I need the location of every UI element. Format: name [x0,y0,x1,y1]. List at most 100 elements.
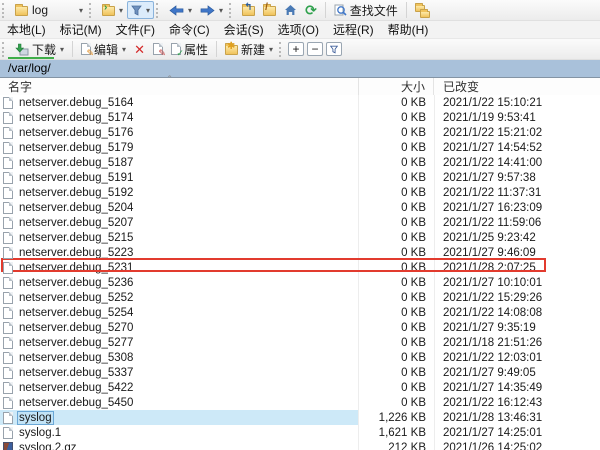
table-row[interactable]: netserver.debug_52540 KB2021/1/22 14:08:… [0,305,600,320]
back-button[interactable]: ▾ [165,1,196,19]
column-header-size[interactable]: 大小 [358,78,434,95]
file-name-cell: netserver.debug_5174 [0,110,358,125]
refresh-button[interactable]: ⟳ [301,1,321,19]
table-row[interactable]: netserver.debug_51920 KB2021/1/22 11:37:… [0,185,600,200]
menu-help[interactable]: 帮助(H) [381,19,436,40]
column-header-name[interactable]: 名字 ˆ [0,78,358,95]
file-icon [3,367,13,379]
synchronize-button[interactable] [411,1,435,19]
file-name: netserver.debug_5192 [17,186,135,200]
file-size: 0 KB [358,232,434,244]
file-size: 0 KB [358,307,434,319]
file-name-cell: netserver.debug_5450 [0,395,358,410]
path-bar[interactable]: /var/log/ [0,60,600,77]
file-changed-date: 2021/1/27 16:23:09 [434,202,542,214]
chevron-down-icon: ▾ [122,45,126,54]
table-row[interactable]: netserver.debug_51760 KB2021/1/22 15:21:… [0,125,600,140]
new-button[interactable]: ✱ 新建 ▾ [221,40,277,58]
file-name-cell: netserver.debug_5422 [0,380,358,395]
file-icon [3,97,13,109]
table-row[interactable]: netserver.debug_52310 KB2021/1/28 2:07:2… [0,260,600,275]
file-name: syslog.1 [17,426,63,440]
table-row[interactable]: netserver.debug_51870 KB2021/1/22 14:41:… [0,155,600,170]
table-row[interactable]: netserver.debug_51910 KB2021/1/27 9:57:3… [0,170,600,185]
file-icon [3,352,13,364]
menu-local[interactable]: 本地(L) [0,19,53,40]
download-button[interactable]: 下载 ▾ [11,40,68,58]
column-header-changed[interactable]: 已改变 [434,78,600,95]
parent-directory-button[interactable]: ↰ [238,1,259,19]
properties-button[interactable]: ✓ 属性 [167,40,212,58]
root-directory-button[interactable]: / [259,1,280,19]
table-row[interactable]: syslog1,226 KB2021/1/28 13:46:31 [0,410,600,425]
table-row[interactable]: netserver.debug_51740 KB2021/1/19 9:53:4… [0,110,600,125]
open-directory-button[interactable]: › ▾ [98,1,127,19]
table-row[interactable]: syslog.11,621 KB2021/1/27 14:25:01 [0,425,600,440]
file-icon [3,112,13,124]
file-size: 0 KB [358,277,434,289]
search-icon [334,4,347,17]
table-row[interactable]: netserver.debug_52770 KB2021/1/18 21:51:… [0,335,600,350]
menu-command[interactable]: 命令(C) [162,19,217,40]
session-selector[interactable]: log ▾ [11,1,87,19]
filter-list-button[interactable] [326,42,342,56]
file-name: netserver.debug_5270 [17,321,135,335]
table-row[interactable]: netserver.debug_54220 KB2021/1/27 14:35:… [0,380,600,395]
toolbar-grip[interactable] [2,3,7,18]
file-size: 0 KB [358,397,434,409]
file-size: 0 KB [358,262,434,274]
sync-folders-icon [415,3,431,17]
toolbar-grip[interactable] [156,3,161,18]
toolbar-grip[interactable] [229,3,234,18]
filter-button[interactable]: ▾ [127,1,154,19]
table-row[interactable]: netserver.debug_52150 KB2021/1/25 9:23:4… [0,230,600,245]
expand-button[interactable]: + [288,42,304,56]
table-row[interactable]: netserver.debug_54500 KB2021/1/22 16:12:… [0,395,600,410]
rename-icon: ✎ [153,43,163,55]
toolbar-grip[interactable] [89,3,94,18]
menu-options[interactable]: 选项(O) [271,19,326,40]
table-row[interactable]: netserver.debug_52230 KB2021/1/27 9:46:0… [0,245,600,260]
column-divider[interactable] [358,95,359,450]
file-name: netserver.debug_5422 [17,381,135,395]
table-row[interactable]: netserver.debug_52520 KB2021/1/22 15:29:… [0,290,600,305]
table-row[interactable]: netserver.debug_52700 KB2021/1/27 9:35:1… [0,320,600,335]
file-name: netserver.debug_5187 [17,156,135,170]
file-changed-date: 2021/1/28 2:07:25 [434,262,536,274]
plus-icon: + [293,42,300,56]
table-row[interactable]: netserver.debug_52360 KB2021/1/27 10:10:… [0,275,600,290]
delete-button[interactable]: ✕ [130,40,149,58]
table-row[interactable]: netserver.debug_52070 KB2021/1/22 11:59:… [0,215,600,230]
file-name-cell: netserver.debug_5204 [0,200,358,215]
file-size: 0 KB [358,202,434,214]
table-row[interactable]: netserver.debug_53080 KB2021/1/22 12:03:… [0,350,600,365]
table-row[interactable]: netserver.debug_51640 KB2021/1/22 15:10:… [0,95,600,110]
home-directory-button[interactable] [280,1,301,19]
menu-session[interactable]: 会话(S) [217,19,271,40]
file-icon [3,262,13,274]
toolbar-grip[interactable] [2,42,7,57]
collapse-button[interactable]: − [307,42,323,56]
refresh-icon: ⟳ [305,3,317,17]
session-label: log [32,3,48,17]
edit-button[interactable]: ✎ 编辑 ▾ [77,40,130,58]
toolbar-grip[interactable] [279,42,284,57]
file-changed-date: 2021/1/28 13:46:31 [434,412,542,424]
menu-file[interactable]: 文件(F) [109,19,162,40]
file-name-cell: netserver.debug_5164 [0,95,358,110]
table-row[interactable]: syslog.2.gz212 KB2021/1/26 14:25:02 [0,440,600,450]
download-label: 下载 [32,41,56,58]
forward-button[interactable]: ▾ [196,1,227,19]
table-row[interactable]: netserver.debug_53370 KB2021/1/27 9:49:0… [0,365,600,380]
file-icon [3,127,13,139]
table-row[interactable]: netserver.debug_51790 KB2021/1/27 14:54:… [0,140,600,155]
menu-remote[interactable]: 远程(R) [326,19,381,40]
file-name: netserver.debug_5450 [17,396,135,410]
column-divider[interactable] [434,95,435,450]
menu-mark[interactable]: 标记(M) [53,19,109,40]
rename-button[interactable]: ✎ [149,40,167,58]
file-size: 0 KB [358,217,434,229]
find-files-button[interactable]: 查找文件 [330,1,402,19]
chevron-down-icon: ▾ [79,6,83,15]
table-row[interactable]: netserver.debug_52040 KB2021/1/27 16:23:… [0,200,600,215]
